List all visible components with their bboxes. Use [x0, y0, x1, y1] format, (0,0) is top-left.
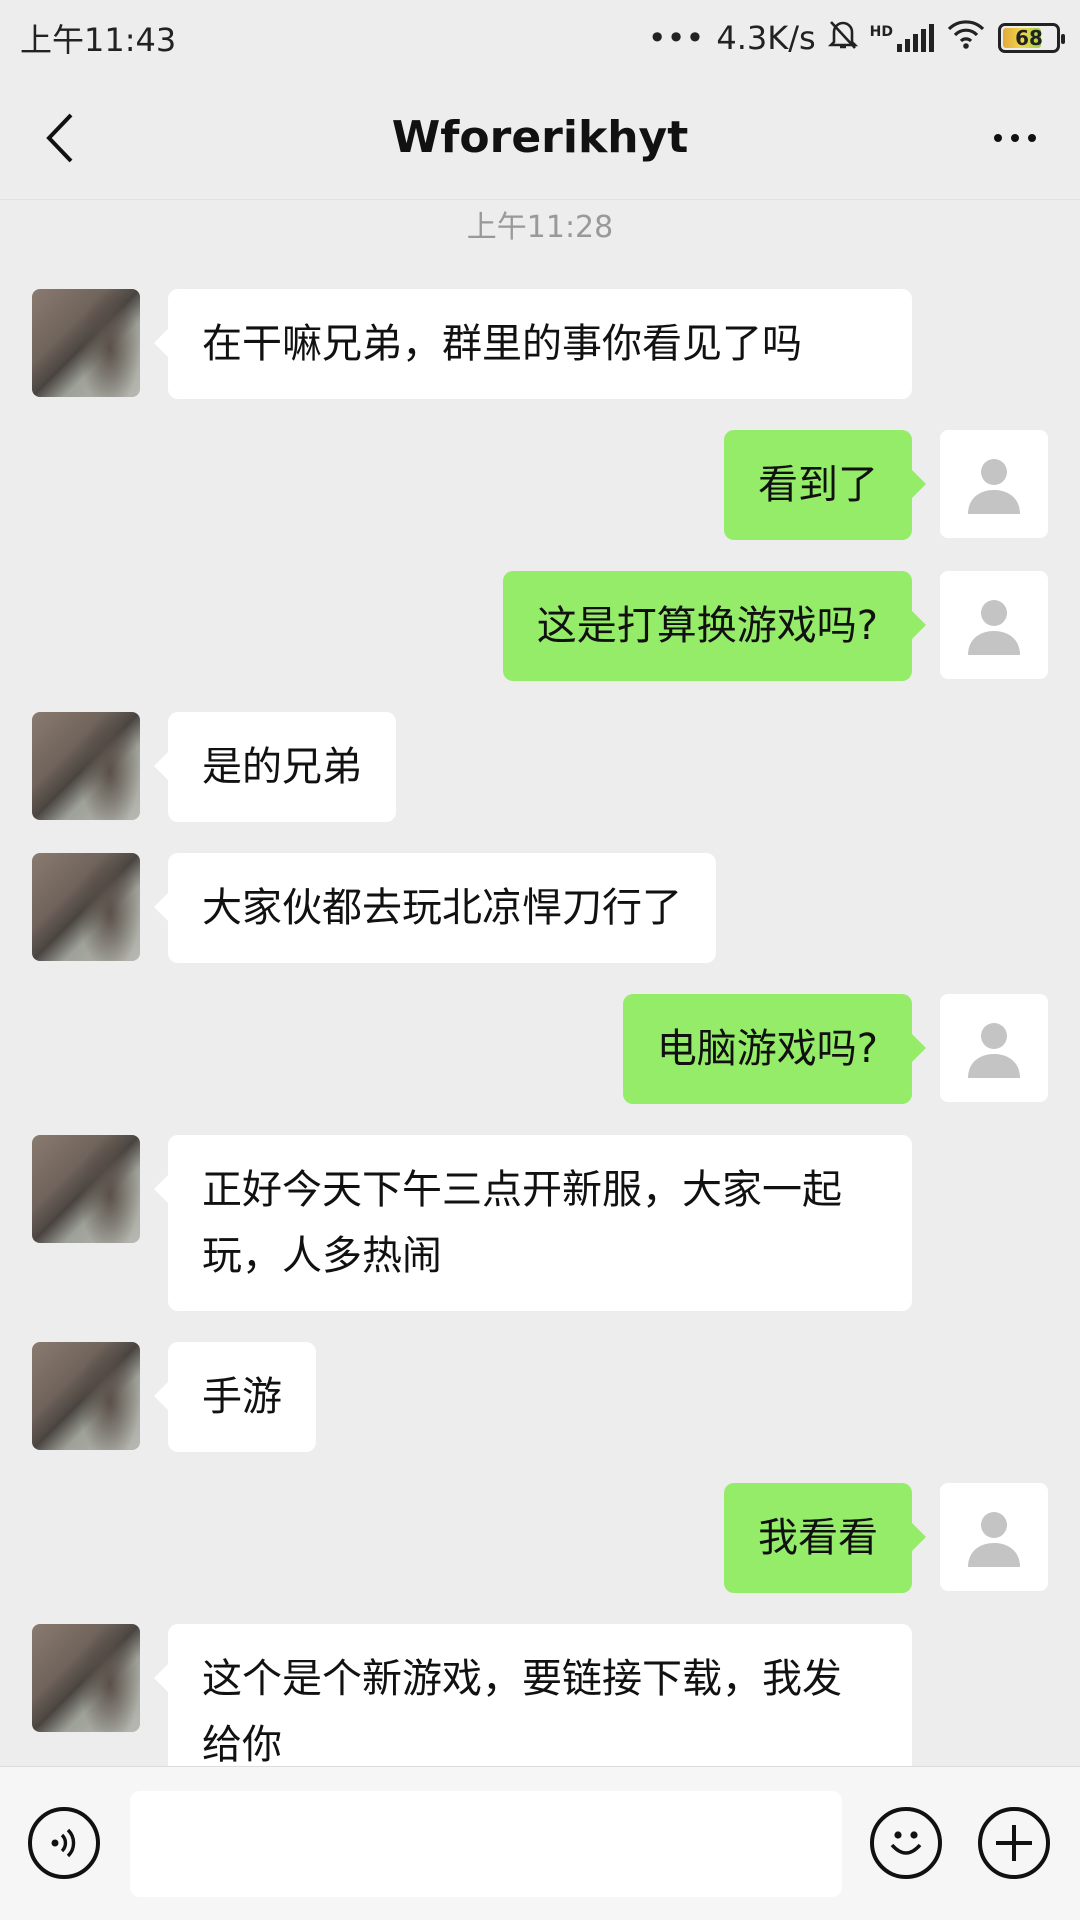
chat-area[interactable]: 上午11:28 在干嘛兄弟，群里的事你看见了吗 看到了 这是打算换游戏吗? 是的… [0, 200, 1080, 1766]
mute-bell-icon [827, 18, 858, 58]
received-message-bubble[interactable]: 是的兄弟 [154, 712, 396, 822]
my-avatar[interactable] [940, 1483, 1048, 1591]
contact-avatar[interactable] [32, 1135, 140, 1243]
battery-level: 68 [1015, 26, 1043, 50]
message-timestamp: 上午11:28 [466, 210, 614, 245]
chat-title[interactable]: Wforerikhyt [392, 112, 689, 163]
contact-avatar[interactable] [32, 289, 140, 397]
contact-avatar[interactable] [32, 1342, 140, 1450]
sent-message-bubble[interactable]: 这是打算换游戏吗? [502, 571, 927, 681]
back-arrow-icon[interactable] [30, 106, 90, 170]
message-input[interactable] [130, 1791, 842, 1897]
voice-icon[interactable] [28, 1807, 100, 1879]
contact-avatar[interactable] [32, 853, 140, 961]
wifi-icon [946, 18, 986, 58]
contact-avatar[interactable] [32, 712, 140, 820]
person-icon [968, 459, 1020, 514]
status-dots: ••• [647, 19, 705, 57]
status-time: 上午11:43 [20, 21, 177, 59]
sent-message-bubble[interactable]: 我看看 [724, 1483, 926, 1593]
signal-icon: HD [870, 24, 934, 52]
my-avatar[interactable] [940, 994, 1048, 1102]
more-icon[interactable] [980, 106, 1050, 170]
received-message-bubble[interactable]: 这个是个新游戏，要链接下载，我发给你 [154, 1624, 912, 1766]
received-message-bubble[interactable]: 手游 [154, 1342, 316, 1452]
plus-icon[interactable] [978, 1807, 1050, 1879]
net-speed: 4.3K/s [716, 19, 816, 57]
input-bar [0, 1766, 1080, 1920]
sent-message-bubble[interactable]: 看到了 [724, 430, 926, 540]
hd-label: HD [869, 24, 893, 40]
received-message-bubble[interactable]: 正好今天下午三点开新服，大家一起玩，人多热闹 [154, 1135, 912, 1311]
person-icon [968, 1023, 1020, 1078]
chat-header: Wforerikhyt [0, 76, 1080, 200]
status-bar: 上午11:43 ••• 4.3K/s HD 68 [0, 0, 1080, 76]
received-message-bubble[interactable]: 在干嘛兄弟，群里的事你看见了吗 [154, 289, 912, 399]
battery-icon: 68 [998, 23, 1065, 53]
person-icon [968, 600, 1020, 655]
sent-message-bubble[interactable]: 电脑游戏吗? [622, 994, 927, 1104]
person-icon [968, 1512, 1020, 1567]
status-right: ••• 4.3K/s HD 68 [647, 18, 1065, 58]
my-avatar[interactable] [940, 430, 1048, 538]
received-message-bubble[interactable]: 大家伙都去玩北凉悍刀行了 [154, 853, 716, 963]
emoji-icon[interactable] [870, 1807, 942, 1879]
my-avatar[interactable] [940, 571, 1048, 679]
contact-avatar[interactable] [32, 1624, 140, 1732]
